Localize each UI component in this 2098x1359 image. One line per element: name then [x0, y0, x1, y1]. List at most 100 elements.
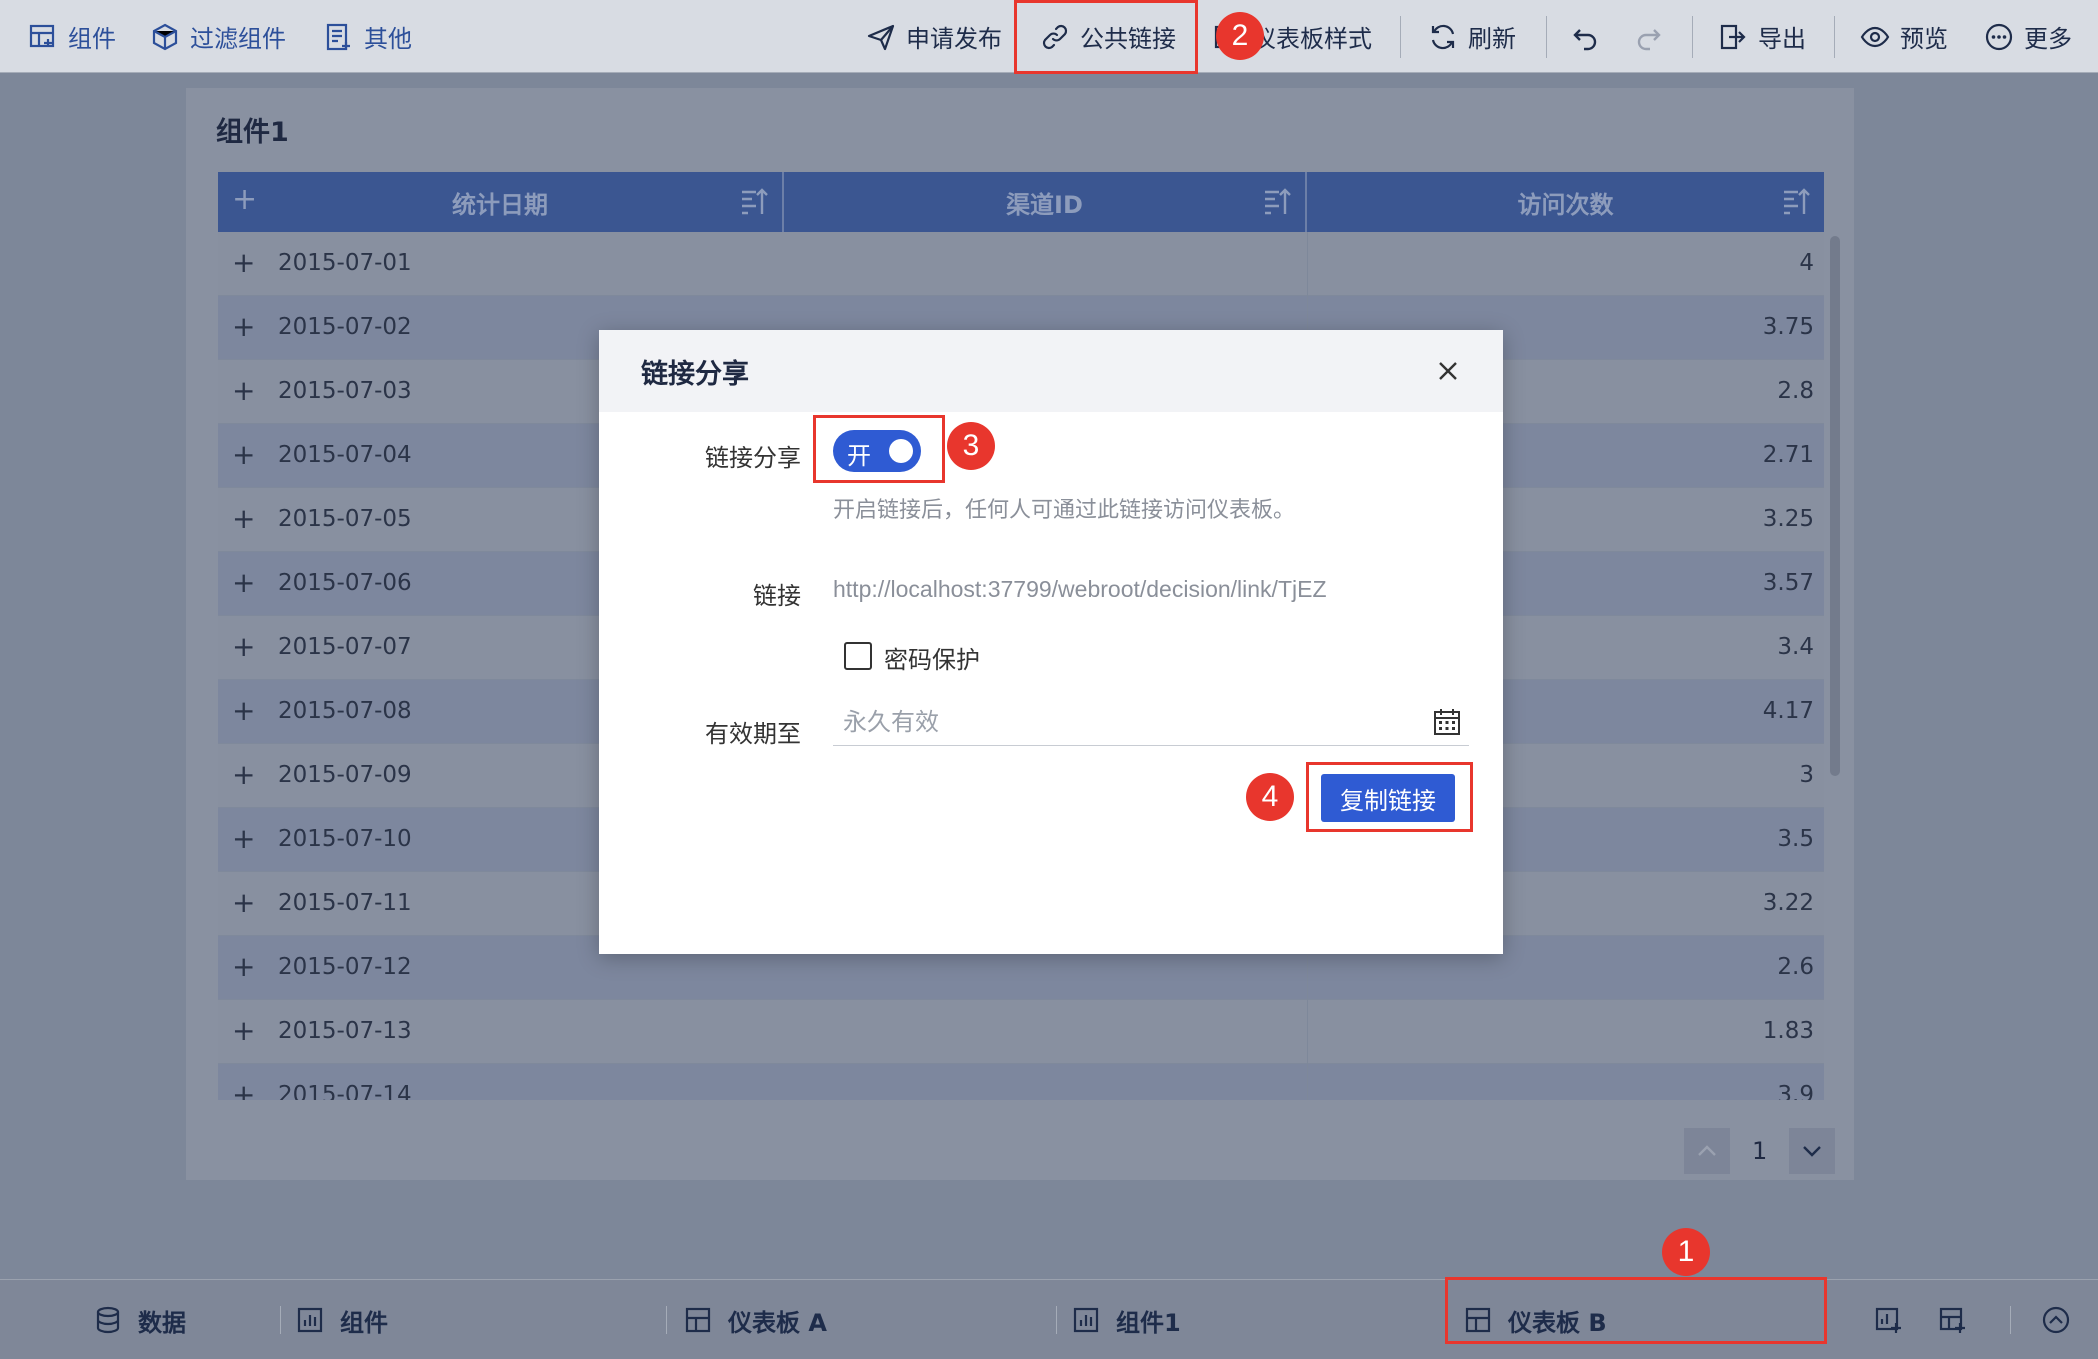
tab-data[interactable]: 数据 [94, 1280, 186, 1359]
column-header-date[interactable]: + 统计日期 [218, 172, 784, 232]
eye-icon [1860, 26, 1890, 47]
expand-row-icon[interactable]: + [232, 246, 255, 279]
add-component-button[interactable] [1874, 1280, 1902, 1359]
expand-row-icon[interactable]: + [232, 438, 255, 471]
toolbar-divider [1692, 16, 1693, 58]
cell-date: 2015-07-14 [278, 1082, 412, 1100]
cell-visits: 3.5 [1777, 826, 1814, 852]
sort-icon[interactable] [1263, 186, 1291, 216]
chevron-up-icon [1698, 1145, 1716, 1156]
cell-date: 2015-07-01 [278, 250, 412, 276]
add-widget-icon [29, 24, 55, 47]
cell-visits: 1.83 [1762, 1018, 1814, 1044]
add-widget-button[interactable]: 组件 [28, 0, 116, 73]
cell-visits: 2.6 [1777, 954, 1814, 980]
share-hint: 开启链接后，任何人可通过此链接访问仪表板。 [833, 498, 1296, 523]
tab-divider [1056, 1306, 1057, 1334]
expand-row-icon[interactable]: + [232, 502, 255, 535]
cell-date: 2015-07-03 [278, 378, 412, 404]
annotation-badge: 2 [1216, 12, 1264, 60]
publish-button[interactable]: 申请发布 [866, 0, 1002, 73]
more-button[interactable]: 更多 [1984, 0, 2072, 73]
expand-row-icon[interactable]: + [232, 310, 255, 343]
tab-widget[interactable]: 组件 [296, 1280, 388, 1359]
expand-row-icon[interactable]: + [232, 374, 255, 407]
preview-button[interactable]: 预览 [1860, 0, 1948, 73]
expand-all-icon[interactable]: + [232, 182, 257, 217]
collapse-button[interactable] [2042, 1280, 2070, 1359]
expand-row-icon[interactable]: + [232, 758, 255, 791]
column-divider [1307, 1000, 1308, 1064]
filter-widget-icon [152, 23, 178, 50]
other-button[interactable]: 其他 [324, 0, 412, 73]
link-url[interactable]: http://localhost:37799/webroot/decision/… [833, 576, 1327, 603]
send-icon [867, 24, 895, 50]
annotation-badge: 3 [947, 422, 995, 470]
cell-date: 2015-07-06 [278, 570, 412, 596]
page-up-button[interactable] [1684, 1128, 1730, 1174]
dialog-title: 链接分享 [641, 359, 749, 390]
add-dashboard-icon [1939, 1307, 1965, 1333]
expand-row-icon[interactable]: + [232, 1078, 255, 1100]
table-row: +2015-07-13 1.83 [218, 1000, 1824, 1064]
tab-divider [280, 1306, 281, 1334]
redo-button[interactable] [1634, 0, 1664, 73]
highlight-box-public-link [1014, 0, 1198, 74]
expand-row-icon[interactable]: + [232, 886, 255, 919]
add-dashboard-button[interactable] [1938, 1280, 1966, 1359]
column-header-channel[interactable]: 渠道ID [784, 172, 1307, 232]
undo-icon [1573, 28, 1597, 50]
other-label: 其他 [364, 25, 412, 53]
tab-dashboard-a[interactable]: 仪表板 A [684, 1280, 827, 1359]
column-divider [1307, 1064, 1308, 1100]
chevron-down-icon [1803, 1146, 1822, 1157]
expand-row-icon[interactable]: + [232, 694, 255, 727]
annotation-badge: 1 [1662, 1228, 1710, 1276]
expiry-date-input[interactable] [843, 702, 1403, 742]
refresh-label: 刷新 [1468, 25, 1516, 53]
sort-icon[interactable] [740, 186, 768, 216]
export-label: 导出 [1758, 25, 1806, 53]
cell-date: 2015-07-11 [278, 890, 412, 916]
expand-row-icon[interactable]: + [232, 630, 255, 663]
add-chart-icon [1875, 1307, 1901, 1333]
cell-visits: 3.57 [1762, 570, 1814, 596]
tab-divider [2010, 1306, 2011, 1334]
export-button[interactable]: 导出 [1718, 0, 1806, 73]
column-header-visits[interactable]: 访问次数 [1307, 172, 1824, 232]
highlight-box-copy [1306, 762, 1473, 832]
page-down-button[interactable] [1789, 1128, 1836, 1174]
chart-icon [1073, 1307, 1099, 1333]
cell-visits: 3.22 [1762, 890, 1814, 916]
cell-date: 2015-07-08 [278, 698, 412, 724]
publish-label: 申请发布 [906, 25, 1002, 53]
password-checkbox[interactable] [844, 642, 872, 670]
tab-label: 数据 [138, 1308, 186, 1337]
calendar-icon[interactable] [1431, 706, 1463, 738]
cell-visits: 2.71 [1762, 442, 1814, 468]
toolbar-divider [1546, 16, 1547, 58]
cell-visits: 3.4 [1777, 634, 1814, 660]
close-icon[interactable] [1433, 356, 1463, 386]
cell-visits: 4.17 [1762, 698, 1814, 724]
expand-row-icon[interactable]: + [232, 1014, 255, 1047]
cell-date: 2015-07-09 [278, 762, 412, 788]
expand-row-icon[interactable]: + [232, 950, 255, 983]
undo-button[interactable] [1570, 0, 1600, 73]
preview-label: 预览 [1900, 25, 1948, 53]
cell-visits: 4 [1799, 250, 1814, 276]
expand-row-icon[interactable]: + [232, 566, 255, 599]
toolbar-divider [1834, 16, 1835, 58]
filter-widget-button[interactable]: 过滤组件 [150, 0, 286, 73]
database-icon [96, 1306, 120, 1334]
sort-icon[interactable] [1782, 186, 1810, 216]
vertical-scrollbar[interactable] [1830, 236, 1840, 776]
column-divider [1307, 232, 1308, 296]
tab-widget-1[interactable]: 组件1 [1072, 1280, 1181, 1359]
refresh-button[interactable]: 刷新 [1428, 0, 1516, 73]
tab-label: 仪表板 A [728, 1308, 827, 1337]
expand-row-icon[interactable]: + [232, 822, 255, 855]
chevron-up-circle-icon [2042, 1306, 2070, 1334]
export-icon [1720, 24, 1746, 49]
redo-icon [1637, 28, 1661, 50]
